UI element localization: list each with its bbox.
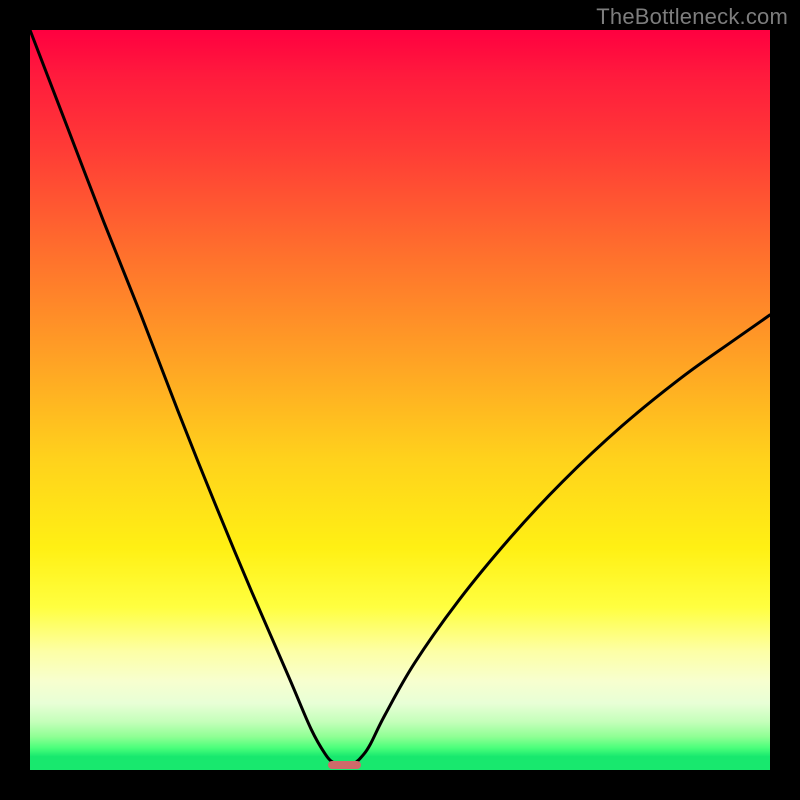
plot-area [30, 30, 770, 770]
chart-frame: TheBottleneck.com [0, 0, 800, 800]
bottleneck-curve [30, 30, 770, 767]
optimal-marker [328, 761, 361, 769]
curve-svg [30, 30, 770, 770]
watermark-text: TheBottleneck.com [596, 4, 788, 30]
